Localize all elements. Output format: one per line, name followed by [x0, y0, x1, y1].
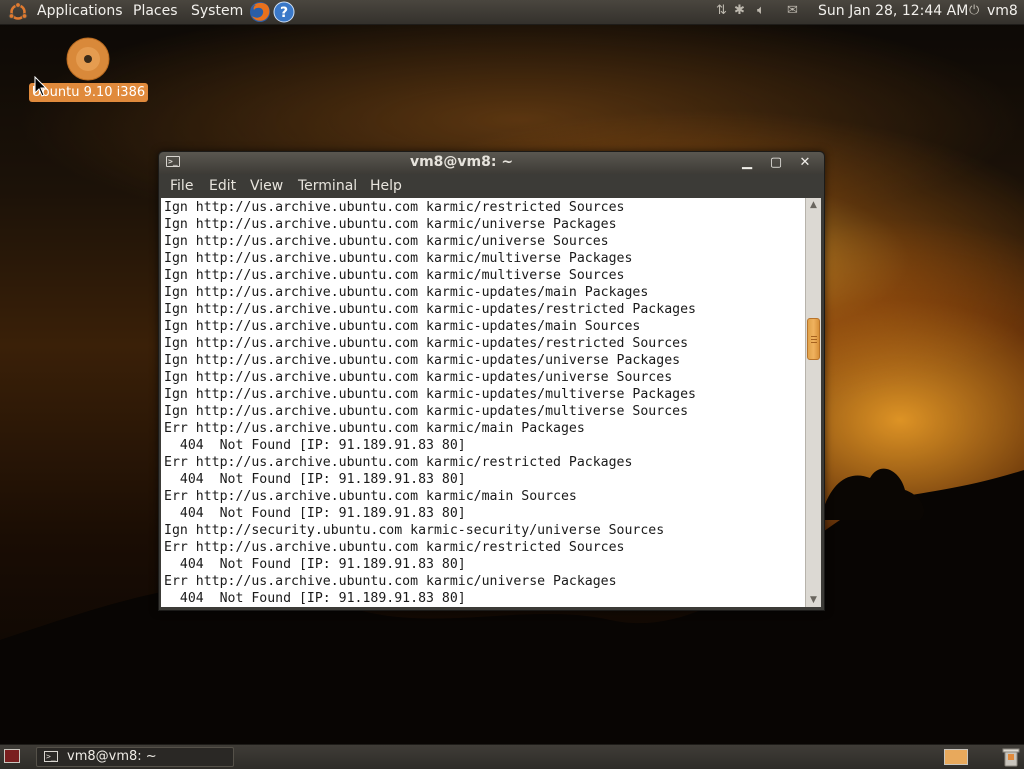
terminal-line: Ign http://us.archive.ubuntu.com karmic-… — [164, 387, 696, 402]
terminal-line: Ign http://us.archive.ubuntu.com karmic-… — [164, 404, 689, 419]
trash-icon[interactable] — [1002, 747, 1020, 767]
menu-edit[interactable]: Edit — [209, 178, 236, 194]
clock[interactable]: Sun Jan 28, 12:44 AM — [818, 3, 968, 19]
terminal-window[interactable]: >_ vm8@vm8: ~ ▁ ▢ ✕ File Edit View Termi… — [158, 151, 825, 611]
mouse-cursor-icon — [34, 76, 48, 97]
scroll-down-arrow-icon[interactable]: ▼ — [806, 593, 821, 607]
terminal-line: 404 Not Found [IP: 91.189.91.83 80] — [164, 591, 466, 606]
terminal-line: Ign http://us.archive.ubuntu.com karmic-… — [164, 285, 649, 300]
terminal-icon: >_ — [44, 751, 58, 762]
terminal-line: 404 Not Found [IP: 91.189.91.83 80] — [164, 506, 466, 521]
network-icon[interactable]: ⇅ — [716, 3, 727, 18]
terminal-line: Ign http://us.archive.ubuntu.com karmic/… — [164, 268, 625, 283]
menu-help[interactable]: Help — [370, 178, 402, 194]
window-title: vm8@vm8: ~ — [409, 154, 514, 170]
terminal-line: Err http://us.archive.ubuntu.com karmic/… — [164, 489, 577, 504]
title-bar[interactable]: >_ vm8@vm8: ~ ▁ ▢ ✕ — [159, 152, 824, 174]
power-icon[interactable]: ⏻ — [969, 3, 979, 18]
terminal-line: 404 Not Found [IP: 91.189.91.83 80] — [164, 557, 466, 572]
taskbar-terminal-label: vm8@vm8: ~ — [67, 749, 157, 764]
close-button[interactable]: ✕ — [796, 154, 814, 172]
workspace-switcher[interactable] — [944, 749, 968, 765]
scroll-up-arrow-icon[interactable]: ▲ — [806, 198, 821, 212]
terminal-line: Ign http://us.archive.ubuntu.com karmic/… — [164, 217, 617, 232]
system-menu[interactable]: System — [191, 3, 243, 19]
scrollbar[interactable]: ▲ ▼ — [805, 198, 821, 607]
terminal-text: Ign http://us.archive.ubuntu.com karmic/… — [164, 199, 696, 607]
menu-file[interactable]: File — [170, 178, 193, 194]
show-desktop-button[interactable] — [4, 749, 20, 763]
applications-menu[interactable]: Applications — [37, 3, 123, 19]
menu-bar: File Edit View Terminal Help — [159, 174, 824, 198]
terminal-line: Ign http://us.archive.ubuntu.com karmic-… — [164, 336, 689, 351]
terminal-line: Ign http://us.archive.ubuntu.com karmic-… — [164, 370, 673, 385]
terminal-line: Ign http://us.archive.ubuntu.com karmic-… — [164, 353, 681, 368]
terminal-line: Err http://us.archive.ubuntu.com karmic/… — [164, 574, 617, 589]
top-panel: Applications Places System ? ⇅ ✱ 🔈︎ ✉ Su… — [0, 0, 1024, 25]
taskbar-terminal-button[interactable]: >_ vm8@vm8: ~ — [36, 747, 234, 767]
terminal-line: Ign http://us.archive.ubuntu.com karmic-… — [164, 302, 696, 317]
firefox-icon[interactable] — [248, 0, 272, 24]
terminal-line: Ign http://security.ubuntu.com karmic-se… — [164, 523, 665, 538]
terminal-output[interactable]: Ign http://us.archive.ubuntu.com karmic/… — [161, 198, 805, 607]
scrollbar-thumb[interactable] — [807, 318, 820, 360]
terminal-line: Ign http://us.archive.ubuntu.com karmic/… — [164, 234, 609, 249]
volume-icon[interactable]: 🔈︎ — [757, 3, 765, 18]
user-menu[interactable]: vm8 — [987, 3, 1018, 19]
terminal-line: Err http://us.archive.ubuntu.com karmic/… — [164, 540, 625, 555]
help-icon[interactable]: ? — [273, 1, 295, 23]
terminal-line: Ign http://us.archive.ubuntu.com karmic/… — [164, 251, 633, 266]
minimize-button[interactable]: ▁ — [738, 154, 756, 172]
mail-icon[interactable]: ✉ — [787, 3, 798, 18]
maximize-button[interactable]: ▢ — [767, 154, 785, 172]
menu-terminal[interactable]: Terminal — [298, 178, 357, 194]
places-menu[interactable]: Places — [133, 3, 178, 19]
ubuntu-logo-icon[interactable] — [8, 2, 28, 22]
menu-view[interactable]: View — [250, 178, 283, 194]
svg-text:?: ? — [280, 5, 288, 21]
cd-drive-icon[interactable] — [66, 37, 110, 81]
terminal-line: Ign http://us.archive.ubuntu.com karmic-… — [164, 319, 641, 334]
terminal-line: 404 Not Found [IP: 91.189.91.83 80] — [164, 472, 466, 487]
bottom-panel: >_ vm8@vm8: ~ — [0, 744, 1024, 769]
bluetooth-icon[interactable]: ✱ — [734, 3, 745, 18]
terminal-line: Ign http://us.archive.ubuntu.com karmic/… — [164, 200, 625, 215]
terminal-line: Err http://us.archive.ubuntu.com karmic/… — [164, 421, 585, 436]
terminal-line: 404 Not Found [IP: 91.189.91.83 80] — [164, 438, 466, 453]
terminal-line: Err http://us.archive.ubuntu.com karmic/… — [164, 455, 633, 470]
